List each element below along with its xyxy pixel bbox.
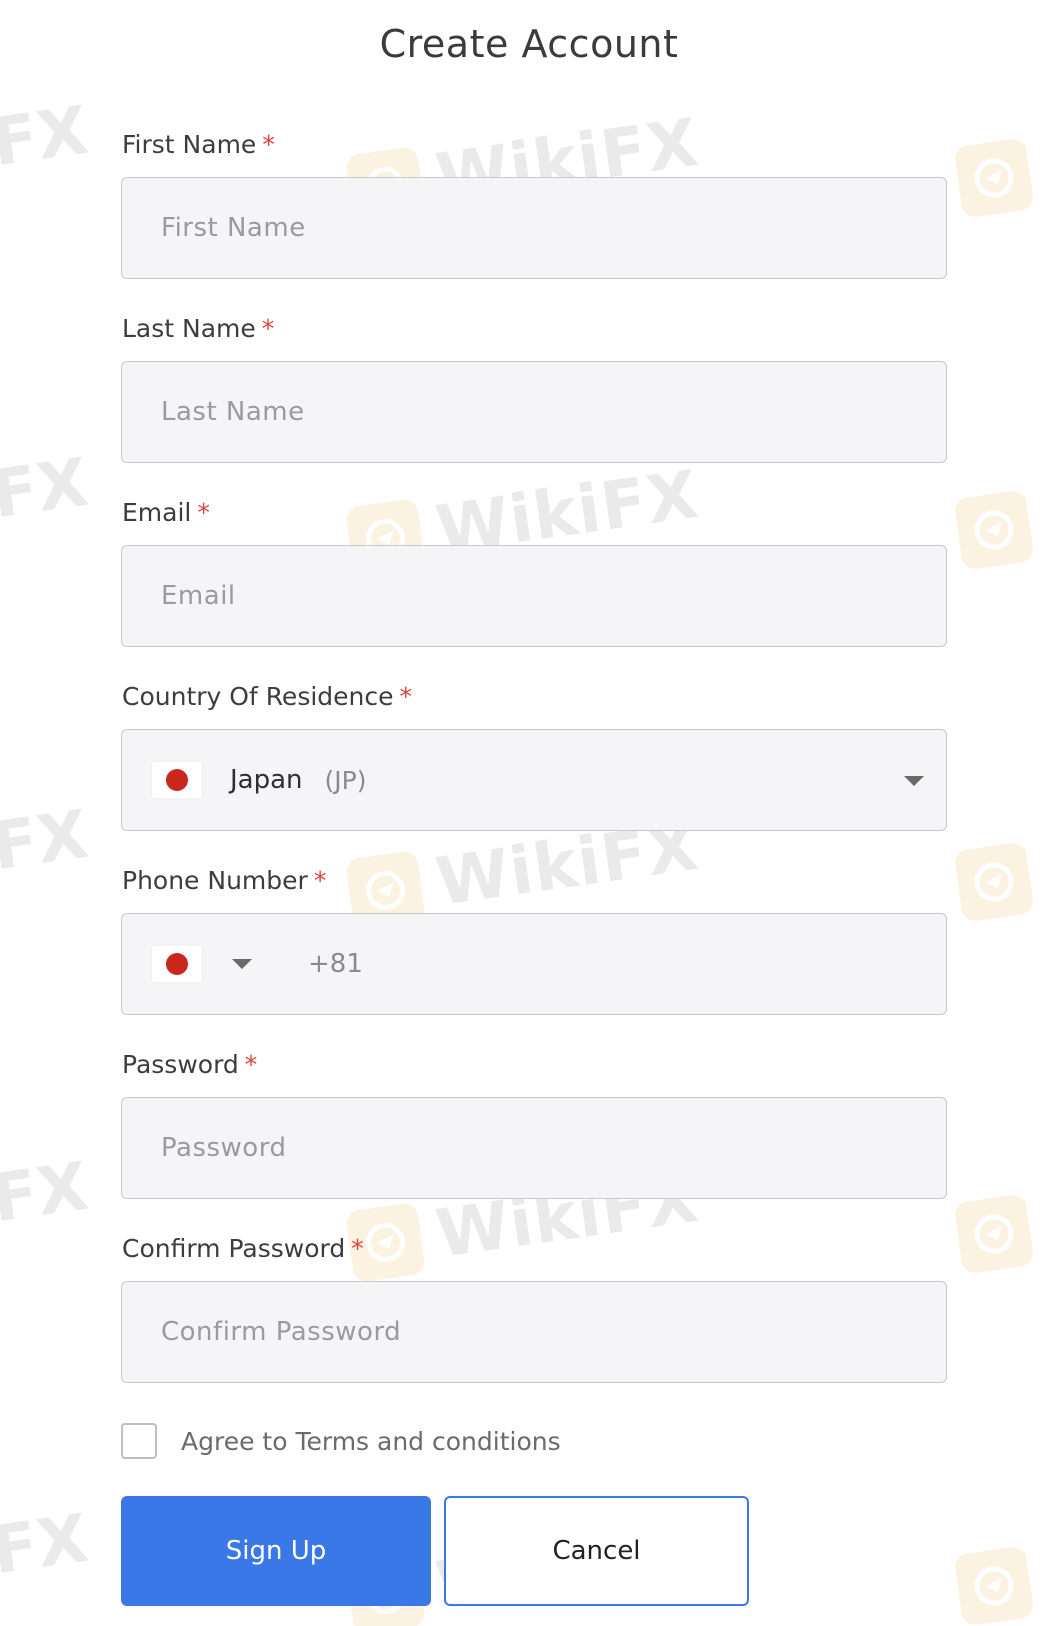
- sign-up-button[interactable]: Sign Up: [121, 1496, 431, 1606]
- japan-flag-icon[interactable]: [152, 946, 202, 982]
- first-name-label: First Name *: [122, 130, 275, 159]
- wikifx-logo-icon: [953, 489, 1035, 571]
- required-marker: *: [313, 866, 327, 895]
- last-name-label: Last Name *: [122, 314, 275, 343]
- phone-dial-code: +81: [308, 949, 363, 979]
- watermark-edge: FX: [0, 795, 93, 886]
- phone-label: Phone Number *: [122, 866, 327, 895]
- last-name-input[interactable]: Last Name: [121, 361, 947, 463]
- terms-label[interactable]: Agree to Terms and conditions: [181, 1427, 561, 1456]
- first-name-input[interactable]: First Name: [121, 177, 947, 279]
- required-marker: *: [261, 314, 275, 343]
- country-select[interactable]: Japan (JP): [121, 729, 947, 831]
- terms-row: Agree to Terms and conditions: [121, 1423, 561, 1459]
- required-marker: *: [262, 130, 275, 159]
- confirm-password-input[interactable]: Confirm Password: [121, 1281, 947, 1383]
- confirm-password-placeholder: Confirm Password: [161, 1317, 402, 1347]
- wikifx-logo-icon: [953, 1545, 1035, 1626]
- chevron-down-icon: [904, 776, 924, 786]
- watermark-edge: FX: [0, 1147, 93, 1238]
- japan-flag-icon: [152, 762, 202, 798]
- wikifx-logo-icon: [953, 137, 1035, 219]
- country-label: Country Of Residence *: [122, 682, 413, 711]
- page-title: Create Account: [379, 22, 679, 66]
- wikifx-logo-icon: [953, 1193, 1035, 1275]
- wikifx-logo-icon: [953, 841, 1035, 923]
- required-marker: *: [399, 682, 413, 711]
- country-selected-value: Japan: [230, 765, 303, 795]
- create-account-page: WikiFX WikiFX WikiFX WikiFX WikiFX FX FX…: [0, 0, 1058, 1626]
- confirm-password-label: Confirm Password *: [122, 1234, 364, 1263]
- phone-input[interactable]: +81: [121, 913, 947, 1015]
- required-marker: *: [244, 1050, 258, 1079]
- watermark-edge: FX: [0, 91, 93, 182]
- chevron-down-icon[interactable]: [232, 959, 252, 969]
- watermark-edge: FX: [0, 1499, 93, 1590]
- terms-checkbox[interactable]: [121, 1423, 157, 1459]
- country-code: (JP): [324, 765, 367, 795]
- required-marker: *: [351, 1234, 364, 1263]
- cancel-button[interactable]: Cancel: [444, 1496, 749, 1606]
- email-placeholder: Email: [161, 581, 236, 611]
- last-name-placeholder: Last Name: [161, 397, 305, 427]
- password-input[interactable]: Password: [121, 1097, 947, 1199]
- email-label: Email *: [122, 498, 210, 527]
- email-input[interactable]: Email: [121, 545, 947, 647]
- password-label: Password *: [122, 1050, 258, 1079]
- password-placeholder: Password: [161, 1133, 287, 1163]
- first-name-placeholder: First Name: [161, 213, 306, 243]
- watermark-edge: FX: [0, 443, 93, 534]
- required-marker: *: [197, 498, 210, 527]
